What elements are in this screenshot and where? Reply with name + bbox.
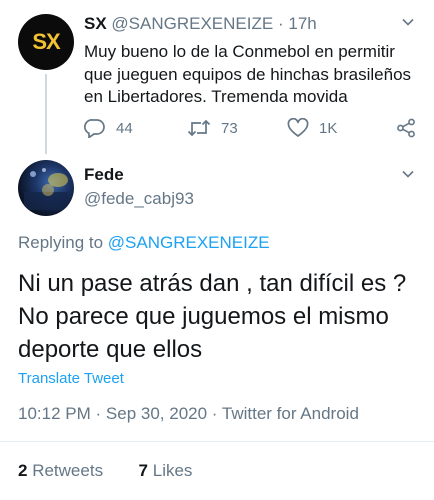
likes-stat[interactable]: 7 Likes <box>139 461 193 480</box>
parent-tweet-actions: 44 73 1K <box>84 118 424 140</box>
replying-to-link[interactable]: @SANGREXENEIZE <box>108 233 270 252</box>
divider <box>0 441 434 442</box>
thread-connector <box>45 74 47 154</box>
replying-to: Replying to @SANGREXENEIZE <box>18 233 270 253</box>
chevron-down-icon[interactable] <box>400 14 416 35</box>
tweet-date[interactable]: Sep 30, 2020 <box>106 404 207 423</box>
retweet-button[interactable]: 73 <box>187 118 238 138</box>
author-handle[interactable]: @fede_cabj93 <box>84 189 194 209</box>
reply-count: 44 <box>116 119 133 137</box>
separator-dot: · <box>277 14 284 33</box>
tweet-source[interactable]: Twitter for Android <box>222 404 359 423</box>
meta-separator: · <box>211 404 218 423</box>
reply-icon <box>84 119 105 138</box>
tweet-metadata: 10:12 PM · Sep 30, 2020 · Twitter for An… <box>18 404 359 424</box>
share-button[interactable] <box>396 118 416 138</box>
chevron-down-icon[interactable] <box>400 166 416 187</box>
likes-label: Likes <box>152 461 193 480</box>
parent-timestamp[interactable]: 17h <box>288 14 316 33</box>
avatar-sangrexeneize[interactable]: SX <box>18 14 74 70</box>
retweet-count: 73 <box>221 119 238 137</box>
tweet-time[interactable]: 10:12 PM <box>18 404 91 423</box>
replying-prefix: Replying to <box>18 233 108 252</box>
meta-separator: · <box>95 404 102 423</box>
reply-button[interactable]: 44 <box>84 118 133 138</box>
parent-tweet-header: SX @SANGREXENEIZE · 17h <box>84 14 317 34</box>
avatar-fede[interactable] <box>18 160 74 216</box>
parent-tweet-text: Muy bueno lo de la Conmebol en permitir … <box>84 42 412 106</box>
like-button[interactable]: 1K <box>287 118 337 138</box>
share-icon <box>397 118 415 138</box>
likes-count: 7 <box>138 461 149 480</box>
parent-display-name[interactable]: SX <box>84 14 107 33</box>
parent-handle[interactable]: @SANGREXENEIZE <box>111 14 273 33</box>
avatar-logo-text: SX <box>32 29 60 54</box>
like-count: 1K <box>319 119 338 137</box>
tweet-text: Ni un pase atrás dan , tan difícil es ? … <box>18 270 407 363</box>
retweets-count: 2 <box>18 461 28 480</box>
retweets-stat[interactable]: 2 Retweets <box>18 461 103 480</box>
author-display-name[interactable]: Fede <box>84 165 124 185</box>
retweets-label: Retweets <box>32 461 104 480</box>
translate-tweet-link[interactable]: Translate Tweet <box>18 370 124 387</box>
like-icon <box>287 118 309 137</box>
retweet-icon <box>187 119 211 137</box>
tweet-stats: 2 Retweets 7 Likes <box>18 461 192 481</box>
